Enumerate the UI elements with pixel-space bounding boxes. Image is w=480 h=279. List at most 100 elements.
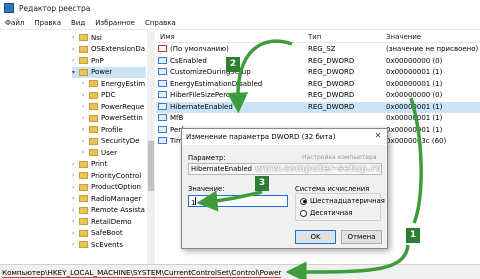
title-bar: Редактор реестра (0, 0, 480, 16)
tree-item[interactable]: › PDC (82, 90, 146, 101)
tree-item[interactable]: ▾ Power (72, 66, 146, 78)
value-row[interactable]: CsEnabled REG_DWORD 0x00000000 (0) (156, 56, 480, 67)
tree-item[interactable]: › RadioManager (72, 193, 146, 204)
value-type: REG_DWORD (308, 68, 355, 76)
menu-favorites[interactable]: Избранное (90, 19, 140, 27)
tree-item[interactable]: › PowerReque (82, 101, 146, 112)
param-label: Параметр: (188, 154, 226, 162)
tree-item[interactable]: › SecurityDe (82, 136, 146, 147)
column-value-header[interactable]: Значение (386, 33, 421, 41)
tree-scroll-thumb[interactable] (148, 141, 154, 191)
chevron-right-icon[interactable]: › (82, 126, 89, 133)
chevron-right-icon[interactable]: › (72, 172, 79, 179)
menu-file[interactable]: Файл (0, 19, 29, 27)
chevron-right-icon[interactable]: › (82, 138, 89, 145)
chevron-right-icon[interactable]: › (72, 34, 79, 41)
chevron-right-icon[interactable]: › (82, 115, 89, 122)
folder-icon (89, 91, 98, 99)
chevron-right-icon[interactable]: › (72, 241, 79, 248)
value-row[interactable]: CustomizeDuringSetup REG_DWORD 0x00000001 … (156, 67, 480, 78)
folder-icon (89, 149, 98, 156)
value-label: Значение: (188, 185, 225, 193)
folder-icon (79, 34, 88, 41)
dword-value-icon (158, 114, 167, 121)
value-row[interactable]: HiberFileSizePercent REG_DWORD 0x00000000 … (156, 90, 480, 101)
chevron-right-icon[interactable]: › (82, 92, 89, 99)
chevron-right-icon[interactable]: › (72, 230, 79, 237)
chevron-right-icon[interactable]: › (72, 46, 79, 53)
chevron-down-icon[interactable]: ▾ (72, 69, 79, 76)
tree-item-label: ProductOption (91, 183, 141, 191)
tree-item[interactable]: › ProductOption (72, 182, 146, 193)
tree-item[interactable]: › OSExtensionDa (72, 44, 146, 55)
chevron-right-icon[interactable]: › (72, 195, 79, 202)
chevron-right-icon[interactable]: › (72, 57, 79, 64)
tree-item-label: RadioManager (91, 194, 142, 203)
chevron-right-icon[interactable]: › (72, 161, 79, 168)
value-data: 0x00000001 (1) (386, 125, 443, 134)
value-row[interactable]: (По умолчанию) REG_SZ (значение не присвое… (156, 44, 480, 55)
radix-dec-label: Десятичная (310, 209, 353, 217)
tree-item[interactable]: › EnergyEstim (82, 78, 146, 89)
value-row[interactable]: MfB 0x00000001 (1) (156, 113, 480, 124)
tree-item[interactable]: › ScEvents (72, 239, 146, 250)
chevron-right-icon[interactable]: › (82, 103, 89, 110)
cancel-button[interactable]: Отмена (341, 230, 382, 244)
radio-selected-icon[interactable] (300, 197, 307, 205)
value-name: CsEnabled (170, 56, 207, 65)
tree-item[interactable]: › Nsi (72, 32, 146, 43)
radix-hex-option[interactable]: Шестнадцатеричная (300, 197, 385, 205)
menu-help[interactable]: Справка (140, 19, 181, 27)
chevron-right-icon[interactable]: › (72, 184, 79, 191)
value-type: REG_DWORD (308, 91, 355, 99)
tree-item-label: PDC (101, 91, 116, 99)
folder-icon (89, 114, 98, 122)
chevron-right-icon[interactable]: › (72, 218, 79, 225)
tree-item[interactable]: › PowerSettin (82, 113, 146, 124)
registry-tree[interactable]: › Nsi › OSExtensionDa › PnP ▾ Power › EnergyEstim… (0, 31, 155, 264)
radix-dec-option[interactable]: Десятичная (300, 209, 352, 217)
value-name-cell: HiberFileSizePercent (158, 91, 241, 99)
watermark: www.computer-setup.ru (255, 164, 383, 174)
tree-item[interactable]: › Print (72, 159, 146, 170)
menu-view[interactable]: Вид (66, 19, 90, 27)
radix-hex-label: Шестнадцатеричная (310, 197, 385, 205)
value-input[interactable]: 1 (188, 195, 288, 207)
tree-item-label: SecurityDe (101, 137, 140, 145)
list-header: Имя Тип Значение (156, 31, 480, 43)
tree-item-label: OSExtensionDa (91, 45, 145, 53)
dword-value-icon (158, 137, 167, 144)
tree-item[interactable]: › User (82, 147, 146, 158)
tree-item[interactable]: › RetailDemo (72, 216, 146, 227)
value-name: MfB (170, 114, 184, 122)
ok-button[interactable]: OK (295, 230, 336, 244)
tree-item[interactable]: › Profile (82, 124, 146, 135)
value-data: 0x00000001 (1) (386, 114, 443, 122)
chevron-right-icon[interactable]: › (82, 149, 89, 156)
chevron-right-icon[interactable]: › (72, 207, 79, 214)
close-icon[interactable]: ✕ (372, 131, 384, 142)
column-name-header[interactable]: Имя (160, 33, 175, 41)
value-row[interactable]: HibernateEnabled REG_DWORD 0x00000001 (1) (156, 101, 480, 113)
tree-item-label: PowerReque (101, 102, 145, 111)
menu-edit[interactable]: Правка (29, 19, 66, 27)
folder-icon (79, 218, 88, 225)
column-type-header[interactable]: Тип (308, 33, 321, 41)
tree-item[interactable]: › Remote Assista (72, 205, 146, 216)
folder-icon (79, 172, 88, 179)
tree-item-label: Power (91, 68, 113, 76)
value-name-cell: CsEnabled (158, 56, 207, 65)
value-name: HibernateEnabled (170, 102, 233, 111)
registry-editor-icon (4, 3, 14, 13)
registry-path: Компьютер\HKEY_LOCAL_MACHINE\SYSTEM\Curr… (2, 268, 282, 278)
text-caret (195, 197, 197, 205)
value-row[interactable]: EnergyEstimationDisabled REG_DWORD 0x00000… (156, 79, 480, 90)
tree-scrollbar[interactable] (147, 31, 155, 264)
tree-item-label: Remote Assista (91, 206, 145, 214)
tree-item[interactable]: › PriorityControl (72, 170, 146, 181)
tree-item-label: PriorityControl (91, 171, 142, 180)
tree-item[interactable]: › PnP (72, 55, 146, 66)
tree-item[interactable]: › SafeBoot (72, 228, 146, 239)
chevron-right-icon[interactable]: › (82, 80, 89, 87)
radio-unselected-icon[interactable] (300, 209, 307, 217)
